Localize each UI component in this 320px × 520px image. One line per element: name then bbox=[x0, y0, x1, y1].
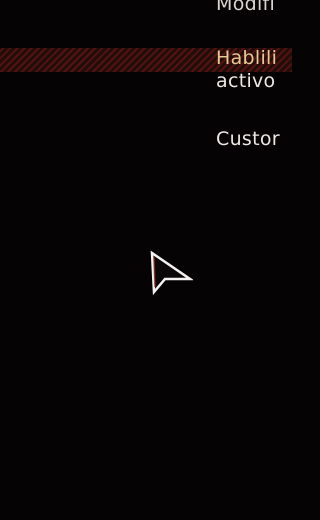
menu-item-enable-label-continued: activo bbox=[216, 70, 276, 92]
menu-item-enable-label: Hablili bbox=[216, 47, 278, 69]
pointer-arrow-icon bbox=[150, 250, 193, 296]
menu-item-custom[interactable]: Custor bbox=[216, 128, 280, 151]
menu-item-enable-active[interactable]: Hablili activo bbox=[216, 47, 277, 93]
menu-item-modify[interactable]: Modifi bbox=[216, 0, 275, 16]
screen: Modifi Hablili activo Custor bbox=[0, 0, 292, 520]
